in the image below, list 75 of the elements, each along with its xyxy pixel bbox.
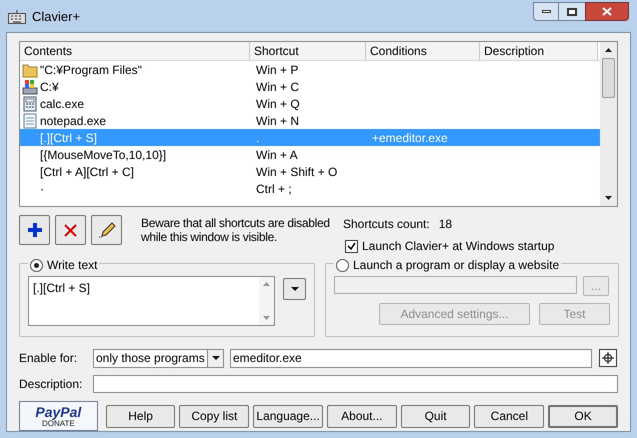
dialog-button[interactable]: Cancel xyxy=(474,404,544,428)
table-cell: Win + A xyxy=(256,148,298,162)
table-cell-text: notepad.exe xyxy=(40,112,106,130)
target-button[interactable] xyxy=(599,349,617,367)
table-cell: Win + Shift + O xyxy=(256,164,338,178)
scroll-down-icon[interactable] xyxy=(605,196,612,200)
column-header[interactable]: Description xyxy=(480,42,598,60)
pencil-icon xyxy=(98,221,116,239)
table-cell: +emeditor.exe xyxy=(372,130,448,144)
close-button[interactable] xyxy=(585,2,629,21)
dialog-button[interactable]: Quit xyxy=(400,404,470,428)
dialog-button[interactable]: Help xyxy=(106,404,176,428)
dialog-button[interactable]: Copy list xyxy=(179,404,250,428)
table-cell: Win + Q xyxy=(256,96,300,110)
scrollbar[interactable] xyxy=(600,42,617,206)
mode-dropdown[interactable]: only those programs xyxy=(93,348,224,368)
cross-icon xyxy=(64,224,77,236)
notepad-icon xyxy=(22,112,38,128)
keyboard-icon xyxy=(8,10,26,24)
paypal-donate-button[interactable]: PayPal DONATE xyxy=(19,401,98,431)
table-cell-text: calc.exe xyxy=(40,96,84,112)
radio-button[interactable] xyxy=(30,258,43,272)
warning-text: Beware that all shortcuts are disabled while this window is visible. xyxy=(141,216,331,246)
scrollbar-thumb[interactable] xyxy=(602,58,615,98)
calculator-icon xyxy=(22,96,38,112)
table-cell-text: · xyxy=(40,180,44,198)
add-button[interactable] xyxy=(19,215,50,245)
table-cell-text: [Ctrl + A][Ctrl + C] xyxy=(40,164,134,180)
table-cell-text: C:¥ xyxy=(40,78,59,96)
delete-button[interactable] xyxy=(55,215,86,245)
maximize-button[interactable] xyxy=(559,2,585,21)
table-cell-text: [.][Ctrl + S] xyxy=(40,130,98,146)
edit-button[interactable] xyxy=(91,215,122,245)
table-cell: Win + C xyxy=(256,80,300,94)
dialog-button[interactable]: About... xyxy=(326,404,397,428)
column-header[interactable]: Contents xyxy=(20,42,250,60)
table-row[interactable]: [{MouseMoveTo,10,10}] Win + A xyxy=(20,146,600,163)
drive-icon xyxy=(22,78,38,94)
dialog-button[interactable]: Language... xyxy=(253,404,323,428)
table-cell: . xyxy=(256,130,260,144)
count-label: Shortcuts count: xyxy=(343,216,430,233)
count-value: 18 xyxy=(438,216,452,233)
table-cell: Ctrl + ; xyxy=(256,182,292,196)
table-row[interactable]: calc.exe Win + Q xyxy=(20,95,600,112)
table-cell: Win + P xyxy=(256,62,298,76)
table-row[interactable]: C:¥ Win + C xyxy=(20,78,600,95)
checkmark-icon xyxy=(347,242,356,250)
plus-icon xyxy=(26,222,42,238)
description-field[interactable] xyxy=(92,374,618,392)
minimize-button[interactable] xyxy=(533,2,559,21)
text-area[interactable]: [.][Ctrl + S] xyxy=(28,276,276,326)
table-row[interactable]: · Ctrl + ; xyxy=(20,180,600,197)
dropdown-button[interactable] xyxy=(283,278,306,300)
table-cell: Win + N xyxy=(256,114,300,128)
checkbox[interactable] xyxy=(345,240,358,252)
enable-for-label: Enable for: xyxy=(19,350,78,367)
table-cell-text: [{MouseMoveTo,10,10}] xyxy=(40,146,166,164)
programs-field[interactable]: emeditor.exe xyxy=(230,348,592,368)
column-header[interactable]: Conditions xyxy=(366,42,480,60)
description-label: Description: xyxy=(19,376,84,392)
radio-label: Write text xyxy=(47,257,98,274)
column-header[interactable]: Shortcut xyxy=(250,42,366,60)
caret-icon xyxy=(290,287,299,291)
table-row[interactable]: "C:¥Program Files" Win + P xyxy=(20,61,600,78)
scroll-up-icon[interactable] xyxy=(605,48,612,52)
table-row[interactable]: [Ctrl + A][Ctrl + C] Win + Shift + O xyxy=(20,163,600,180)
close-icon xyxy=(602,7,612,16)
window-title: Clavier+ xyxy=(32,8,80,26)
crosshair-icon xyxy=(602,352,614,364)
table-cell-text: "C:¥Program Files" xyxy=(40,62,142,78)
caret-icon xyxy=(212,356,220,360)
radio-label: Launch a program or display a website xyxy=(353,257,560,274)
table-row[interactable]: notepad.exe Win + N xyxy=(20,112,600,129)
dialog-button[interactable]: OK xyxy=(548,404,618,428)
startup-checkbox[interactable]: Launch Clavier+ at Windows startup xyxy=(345,237,554,255)
